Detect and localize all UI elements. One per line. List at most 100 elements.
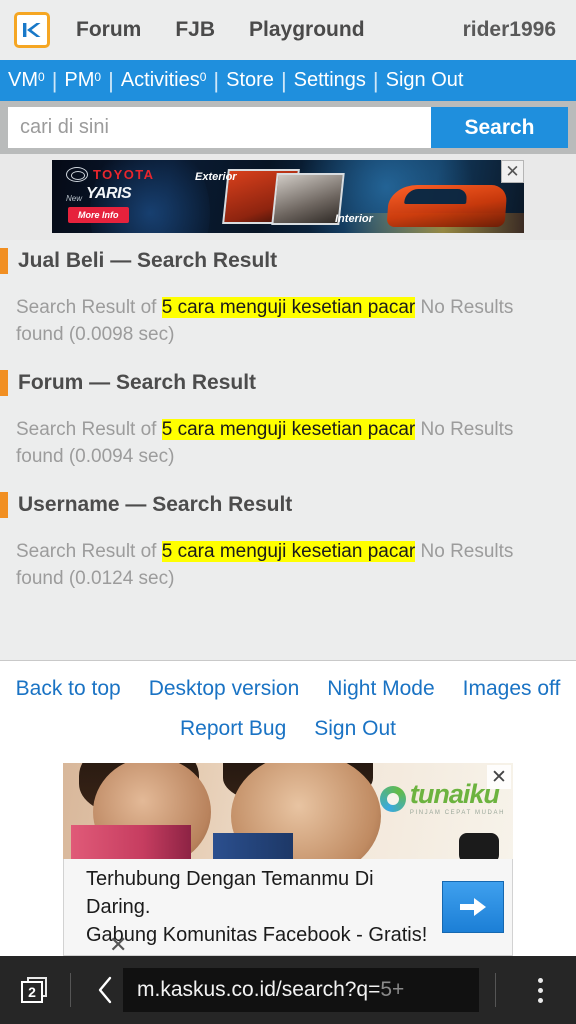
- nav-item-vm-label: VM: [8, 69, 38, 91]
- site-header: Forum FJB Playground rider1996: [0, 0, 576, 60]
- toyota-yaris-banner-ad[interactable]: TOYOTA New YARIS More Info Exterior Inte…: [52, 159, 524, 233]
- tabs-stack-icon: 2: [21, 977, 47, 1003]
- search-button[interactable]: Search: [431, 107, 568, 148]
- section-accent-bar: [0, 248, 8, 274]
- ad-copy-line-2: Gabung Komunitas Facebook - Gratis!: [86, 924, 428, 946]
- arrow-right-icon: [460, 898, 486, 916]
- result-body: Search Result of 5 cara menguji kesetian…: [0, 538, 576, 592]
- close-icon[interactable]: ✕: [487, 765, 511, 789]
- nav-item-settings[interactable]: Settings: [294, 69, 366, 92]
- toolbar-divider: [70, 973, 71, 1007]
- result-header: Username — Search Result: [0, 492, 576, 518]
- result-query-highlight: 5 cara menguji kesetian pacar: [161, 297, 416, 318]
- top-ad-container: TOYOTA New YARIS More Info Exterior Inte…: [0, 154, 576, 240]
- yaris-model-row: New YARIS: [66, 184, 132, 203]
- ad-copy-line-1: Terhubung Dengan Temanmu Di Daring.: [86, 868, 374, 918]
- header-username[interactable]: rider1996: [463, 18, 562, 42]
- tabs-icon-front-square: 2: [21, 981, 43, 1003]
- overflow-menu-button[interactable]: [518, 968, 562, 1012]
- footer-link-images-off[interactable]: Images off: [463, 677, 561, 701]
- footer-row-primary: Back to top Desktop version Night Mode I…: [0, 677, 576, 701]
- chevron-left-icon: [98, 976, 112, 1004]
- nav-separator: |: [372, 67, 379, 93]
- search-results-area: Jual Beli — Search Result Search Result …: [0, 240, 576, 661]
- ad-person-right-clothing: [213, 833, 293, 859]
- footer-row-secondary: Report Bug Sign Out: [0, 717, 576, 741]
- nav-item-sign-out[interactable]: Sign Out: [386, 69, 464, 92]
- footer-link-desktop-version[interactable]: Desktop version: [149, 677, 300, 701]
- header-link-fjb[interactable]: FJB: [175, 18, 215, 42]
- toyota-brand-row: TOYOTA: [66, 166, 155, 182]
- ad-text-row: Terhubung Dengan Temanmu Di Daring. Gabu…: [63, 859, 513, 956]
- result-title: Username — Search Result: [18, 493, 293, 516]
- footer-link-night-mode[interactable]: Night Mode: [327, 677, 434, 701]
- footer-link-sign-out[interactable]: Sign Out: [314, 717, 396, 741]
- tunaiku-mark-icon: [379, 785, 406, 812]
- tab-switcher-button[interactable]: 2: [14, 970, 54, 1010]
- search-bar: Search: [0, 101, 576, 154]
- result-query-highlight: 5 cara menguji kesetian pacar: [161, 541, 416, 562]
- ad-more-info-button[interactable]: More Info: [68, 206, 129, 223]
- yaris-new-label: New: [66, 193, 83, 203]
- result-body: Search Result of 5 cara menguji kesetian…: [0, 416, 576, 470]
- facebook-banner-ad[interactable]: tunaiku PINJAM CEPAT MUDAH ✕ Terhubung D…: [63, 763, 513, 958]
- menu-dot: [537, 997, 543, 1003]
- nav-item-activities-label: Activities: [120, 69, 200, 91]
- result-time: (0.0098 sec): [68, 324, 175, 345]
- close-icon[interactable]: ✕: [501, 159, 524, 183]
- nav-item-vm[interactable]: VM 0: [8, 69, 45, 92]
- nav-item-activities-badge: 0: [199, 70, 207, 84]
- footer-link-report-bug[interactable]: Report Bug: [180, 717, 286, 741]
- footer-links: Back to top Desktop version Night Mode I…: [0, 661, 576, 763]
- header-link-playground[interactable]: Playground: [249, 18, 365, 42]
- ad-phone-object: [459, 833, 499, 859]
- result-block-forum: Forum — Search Result Search Result of 5…: [0, 370, 576, 492]
- mobile-browser-screen: Forum FJB Playground rider1996 VM 0 | PM 0…: [0, 0, 576, 1024]
- url-bar[interactable]: m.kaskus.co.id/search?q= 5+: [123, 968, 479, 1012]
- nav-item-pm-badge: 0: [94, 70, 102, 84]
- url-text: m.kaskus.co.id/search?q=: [137, 978, 381, 1001]
- ad-photo: tunaiku PINJAM CEPAT MUDAH ✕: [63, 763, 513, 859]
- result-header: Jual Beli — Search Result: [0, 248, 576, 274]
- result-block-jual-beli: Jual Beli — Search Result Search Result …: [0, 248, 576, 370]
- tab-count: 2: [28, 984, 36, 1000]
- nav-item-store[interactable]: Store: [226, 69, 274, 92]
- nav-separator: |: [280, 67, 287, 93]
- nav-item-pm-label: PM: [64, 69, 95, 91]
- result-title: Jual Beli — Search Result: [18, 249, 278, 272]
- toyota-brand-name: TOYOTA: [93, 166, 155, 182]
- menu-dot: [537, 977, 543, 983]
- result-prefix: Search Result of: [16, 419, 162, 440]
- ad-label-interior: Interior: [335, 212, 373, 225]
- kaskus-logo-icon[interactable]: [14, 12, 50, 48]
- header-link-forum[interactable]: Forum: [76, 18, 141, 42]
- ad-go-button[interactable]: [442, 881, 504, 933]
- back-button[interactable]: [87, 970, 123, 1010]
- header-nav-links: Forum FJB Playground: [76, 18, 365, 42]
- blue-nav-bar: VM 0 | PM 0 | Activities 0 | Store | Settin…: [0, 60, 576, 101]
- search-input[interactable]: [8, 107, 431, 148]
- ad-car-image: [386, 184, 508, 227]
- result-prefix: Search Result of: [16, 541, 162, 562]
- nav-separator: |: [108, 67, 114, 93]
- result-prefix: Search Result of: [16, 297, 162, 318]
- browser-toolbar: 2 m.kaskus.co.id/search?q= 5+: [0, 956, 576, 1024]
- result-time: (0.0124 sec): [68, 568, 175, 589]
- toyota-emblem-icon: [66, 166, 88, 182]
- nav-item-pm[interactable]: PM 0: [64, 69, 101, 92]
- result-header: Forum — Search Result: [0, 370, 576, 396]
- nav-item-vm-badge: 0: [38, 70, 45, 84]
- nav-item-activities[interactable]: Activities 0: [121, 69, 207, 92]
- yaris-model-name: YARIS: [86, 184, 132, 202]
- toolbar-divider: [495, 973, 496, 1007]
- section-accent-bar: [0, 370, 8, 396]
- result-body: Search Result of 5 cara menguji kesetian…: [0, 294, 576, 348]
- section-accent-bar: [0, 492, 8, 518]
- bottom-ad-container: tunaiku PINJAM CEPAT MUDAH ✕ Terhubung D…: [0, 763, 576, 958]
- result-time: (0.0094 sec): [68, 446, 175, 467]
- ad-person-left-clothing: [71, 825, 191, 859]
- footer-link-back-to-top[interactable]: Back to top: [16, 677, 121, 701]
- url-text-truncated: 5+: [380, 978, 405, 1001]
- close-icon-secondary[interactable]: ✕: [109, 932, 127, 958]
- nav-separator: |: [213, 67, 220, 93]
